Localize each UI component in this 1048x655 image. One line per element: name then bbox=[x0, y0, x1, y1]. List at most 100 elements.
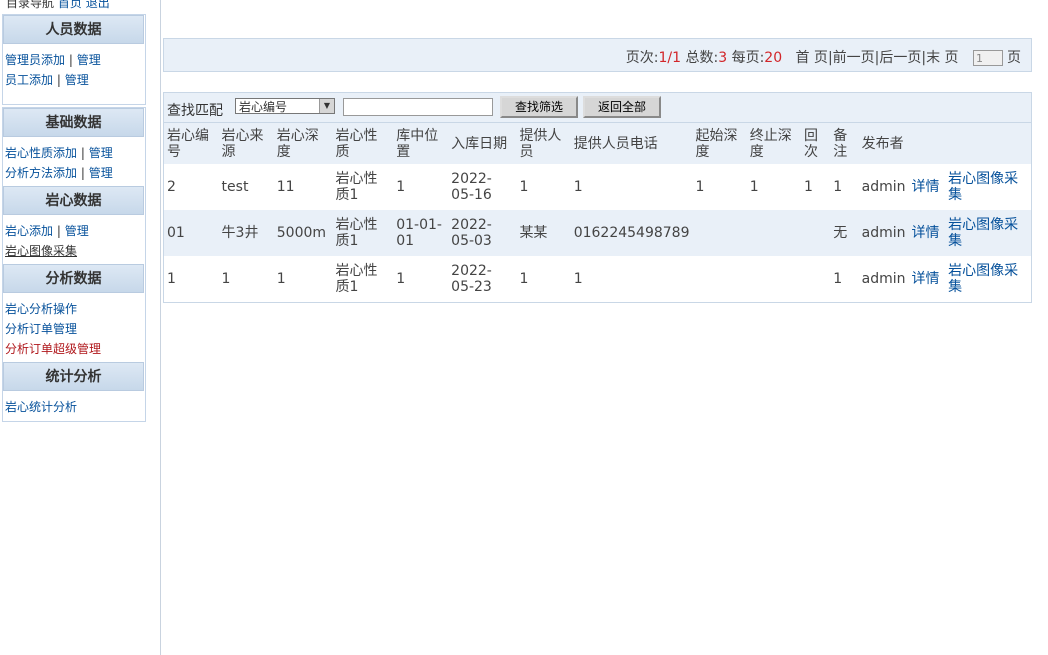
table-header-cell: 提供人员 bbox=[519, 127, 562, 160]
total-label: 总数: bbox=[685, 50, 719, 66]
sidebar: 目录导航 首页 退出 人员数据 管理员添加 | 管理 员工添加 | 管理 基础数… bbox=[0, 0, 161, 655]
sidebar-item-admin: 管理员添加 | 管理 bbox=[5, 51, 101, 69]
details-link[interactable]: 详情 bbox=[911, 179, 939, 195]
sidebar-item-method: 分析方法添加 | 管理 bbox=[5, 164, 113, 182]
table-cell: 1 bbox=[573, 271, 583, 287]
table-cell: 某某 bbox=[519, 225, 548, 241]
search-field-value: 岩心编号 bbox=[239, 100, 288, 114]
page-number-input[interactable]: 1 bbox=[973, 50, 1003, 66]
table-header-cell: 岩心来源 bbox=[221, 127, 264, 160]
image-capture-link[interactable]: 岩心图像采集 bbox=[948, 217, 1018, 249]
admin-manage-link[interactable]: 管理 bbox=[77, 53, 101, 67]
table-cell: 2022-05-23 bbox=[451, 263, 492, 295]
table-header-cell: 终止深度 bbox=[749, 127, 792, 160]
separator: | bbox=[53, 73, 65, 87]
table-header-cell: 岩心深度 bbox=[276, 127, 319, 160]
order-super-manage-link[interactable]: 分析订单超级管理 bbox=[5, 340, 101, 358]
separator: | bbox=[77, 166, 89, 180]
core-add-link[interactable]: 岩心添加 bbox=[5, 224, 53, 238]
section-title-personnel: 人员数据 bbox=[3, 15, 144, 44]
separator: | bbox=[77, 146, 89, 160]
table-cell: 1 bbox=[573, 179, 583, 195]
table-cell: 牛3井 bbox=[221, 225, 259, 241]
table-cell: 1 bbox=[749, 179, 759, 195]
filter-button[interactable]: 查找筛选 bbox=[500, 96, 578, 118]
table-cell: 岩心性质1 bbox=[335, 171, 378, 203]
table-header-cell: 起始深度 bbox=[695, 127, 738, 160]
table-cell: 1 bbox=[396, 271, 406, 287]
search-label: 查找匹配 bbox=[167, 103, 223, 119]
prev-page-link[interactable]: 前一页 bbox=[833, 50, 875, 66]
page-label: 页次: bbox=[625, 50, 659, 66]
staff-add-link[interactable]: 员工添加 bbox=[5, 73, 53, 87]
table-cell: 1 bbox=[804, 179, 813, 195]
image-capture-link[interactable]: 岩心图像采集 bbox=[948, 263, 1018, 295]
table-cell: 2022-05-03 bbox=[451, 217, 492, 249]
core-image-capture-link[interactable]: 岩心图像采集 bbox=[5, 242, 77, 260]
table-cell: 1 bbox=[519, 179, 529, 195]
details-link[interactable]: 详情 bbox=[911, 271, 939, 287]
section-title-statistics: 统计分析 bbox=[3, 362, 144, 391]
method-manage-link[interactable]: 管理 bbox=[89, 166, 113, 180]
table-cell: admin bbox=[861, 179, 906, 195]
order-manage-link[interactable]: 分析订单管理 bbox=[5, 320, 77, 338]
total-value: 3 bbox=[718, 50, 728, 66]
table-cell: 01-01-01 bbox=[396, 217, 442, 249]
chevron-down-icon[interactable]: ▼ bbox=[319, 99, 334, 113]
table-row: 01 牛3井 5000m 岩心性质1 01-01-01 2022-05-03 某… bbox=[164, 210, 1031, 256]
last-page-link[interactable]: 末 页 bbox=[926, 50, 958, 66]
section-title-basic: 基础数据 bbox=[3, 108, 144, 137]
per-page-label: 每页: bbox=[731, 50, 765, 66]
table-cell: 1 bbox=[221, 271, 231, 287]
core-statistics-link[interactable]: 岩心统计分析 bbox=[5, 398, 77, 416]
table-cell bbox=[747, 210, 801, 256]
top-nav-label: 目录导航 bbox=[6, 0, 55, 10]
search-input[interactable] bbox=[343, 98, 493, 116]
table-cell: 1 bbox=[396, 179, 406, 195]
table-cell: admin bbox=[861, 225, 906, 241]
separator: | bbox=[53, 224, 65, 238]
section-title-core: 岩心数据 bbox=[3, 186, 144, 215]
table-header-cell: 岩心编号 bbox=[167, 127, 209, 160]
reset-button[interactable]: 返回全部 bbox=[583, 96, 661, 118]
table-row: 1 1 1 岩心性质1 1 2022-05-23 1 1 1 admin 详情 … bbox=[164, 256, 1031, 302]
sidebar-item-core-property: 岩心性质添加 | 管理 bbox=[5, 144, 113, 162]
core-property-manage-link[interactable]: 管理 bbox=[89, 146, 113, 160]
sidebar-item-staff: 员工添加 | 管理 bbox=[5, 71, 89, 89]
table-header-cell: 发布者 bbox=[861, 135, 904, 152]
table-cell: 5000m bbox=[276, 225, 327, 241]
staff-manage-link[interactable]: 管理 bbox=[65, 73, 89, 87]
image-capture-link[interactable]: 岩心图像采集 bbox=[948, 171, 1018, 203]
next-page-link[interactable]: 后一页 bbox=[879, 50, 921, 66]
table-cell bbox=[693, 256, 747, 302]
table-cell: 1 bbox=[833, 271, 843, 287]
table-cell: 1 bbox=[519, 271, 529, 287]
method-add-link[interactable]: 分析方法添加 bbox=[5, 166, 77, 180]
table-cell: 1 bbox=[695, 179, 705, 195]
table-cell: 01 bbox=[167, 225, 185, 241]
details-link[interactable]: 详情 bbox=[911, 225, 939, 241]
table-cell bbox=[747, 256, 801, 302]
search-field-select[interactable]: 岩心编号 ▼ bbox=[235, 98, 335, 114]
search-bar: 查找匹配 岩心编号 ▼ 查找筛选 返回全部 bbox=[163, 92, 1032, 122]
first-page-link[interactable]: 首 页 bbox=[795, 50, 827, 66]
table-cell bbox=[693, 210, 747, 256]
core-table: 岩心编号 岩心来源 岩心深度 岩心性质 库中位置 入库日期 提供人员 提供人员电… bbox=[163, 122, 1032, 303]
table-header-cell: 回次 bbox=[804, 127, 819, 160]
table-header-row: 岩心编号 岩心来源 岩心深度 岩心性质 库中位置 入库日期 提供人员 提供人员电… bbox=[164, 123, 1031, 164]
table-cell bbox=[801, 256, 830, 302]
analysis-operation-link[interactable]: 岩心分析操作 bbox=[5, 300, 77, 318]
sidebar-item-core: 岩心添加 | 管理 bbox=[5, 222, 89, 240]
table-cell bbox=[801, 210, 830, 256]
exit-link[interactable]: 退出 bbox=[86, 0, 110, 10]
table-cell: 11 bbox=[276, 179, 295, 195]
table-header-cell: 提供人员电话 bbox=[573, 135, 658, 152]
admin-add-link[interactable]: 管理员添加 bbox=[5, 53, 65, 67]
separator: | bbox=[65, 53, 77, 67]
core-manage-link[interactable]: 管理 bbox=[65, 224, 89, 238]
home-link[interactable]: 首页 bbox=[58, 0, 82, 10]
table-cell: 2022-05-16 bbox=[451, 171, 492, 203]
core-property-add-link[interactable]: 岩心性质添加 bbox=[5, 146, 77, 160]
pagination-bar: 页次:1/1 总数:3 每页:20 首 页|前一页|后一页|末 页 1页 bbox=[163, 38, 1032, 72]
table-cell: 2 bbox=[167, 179, 176, 195]
